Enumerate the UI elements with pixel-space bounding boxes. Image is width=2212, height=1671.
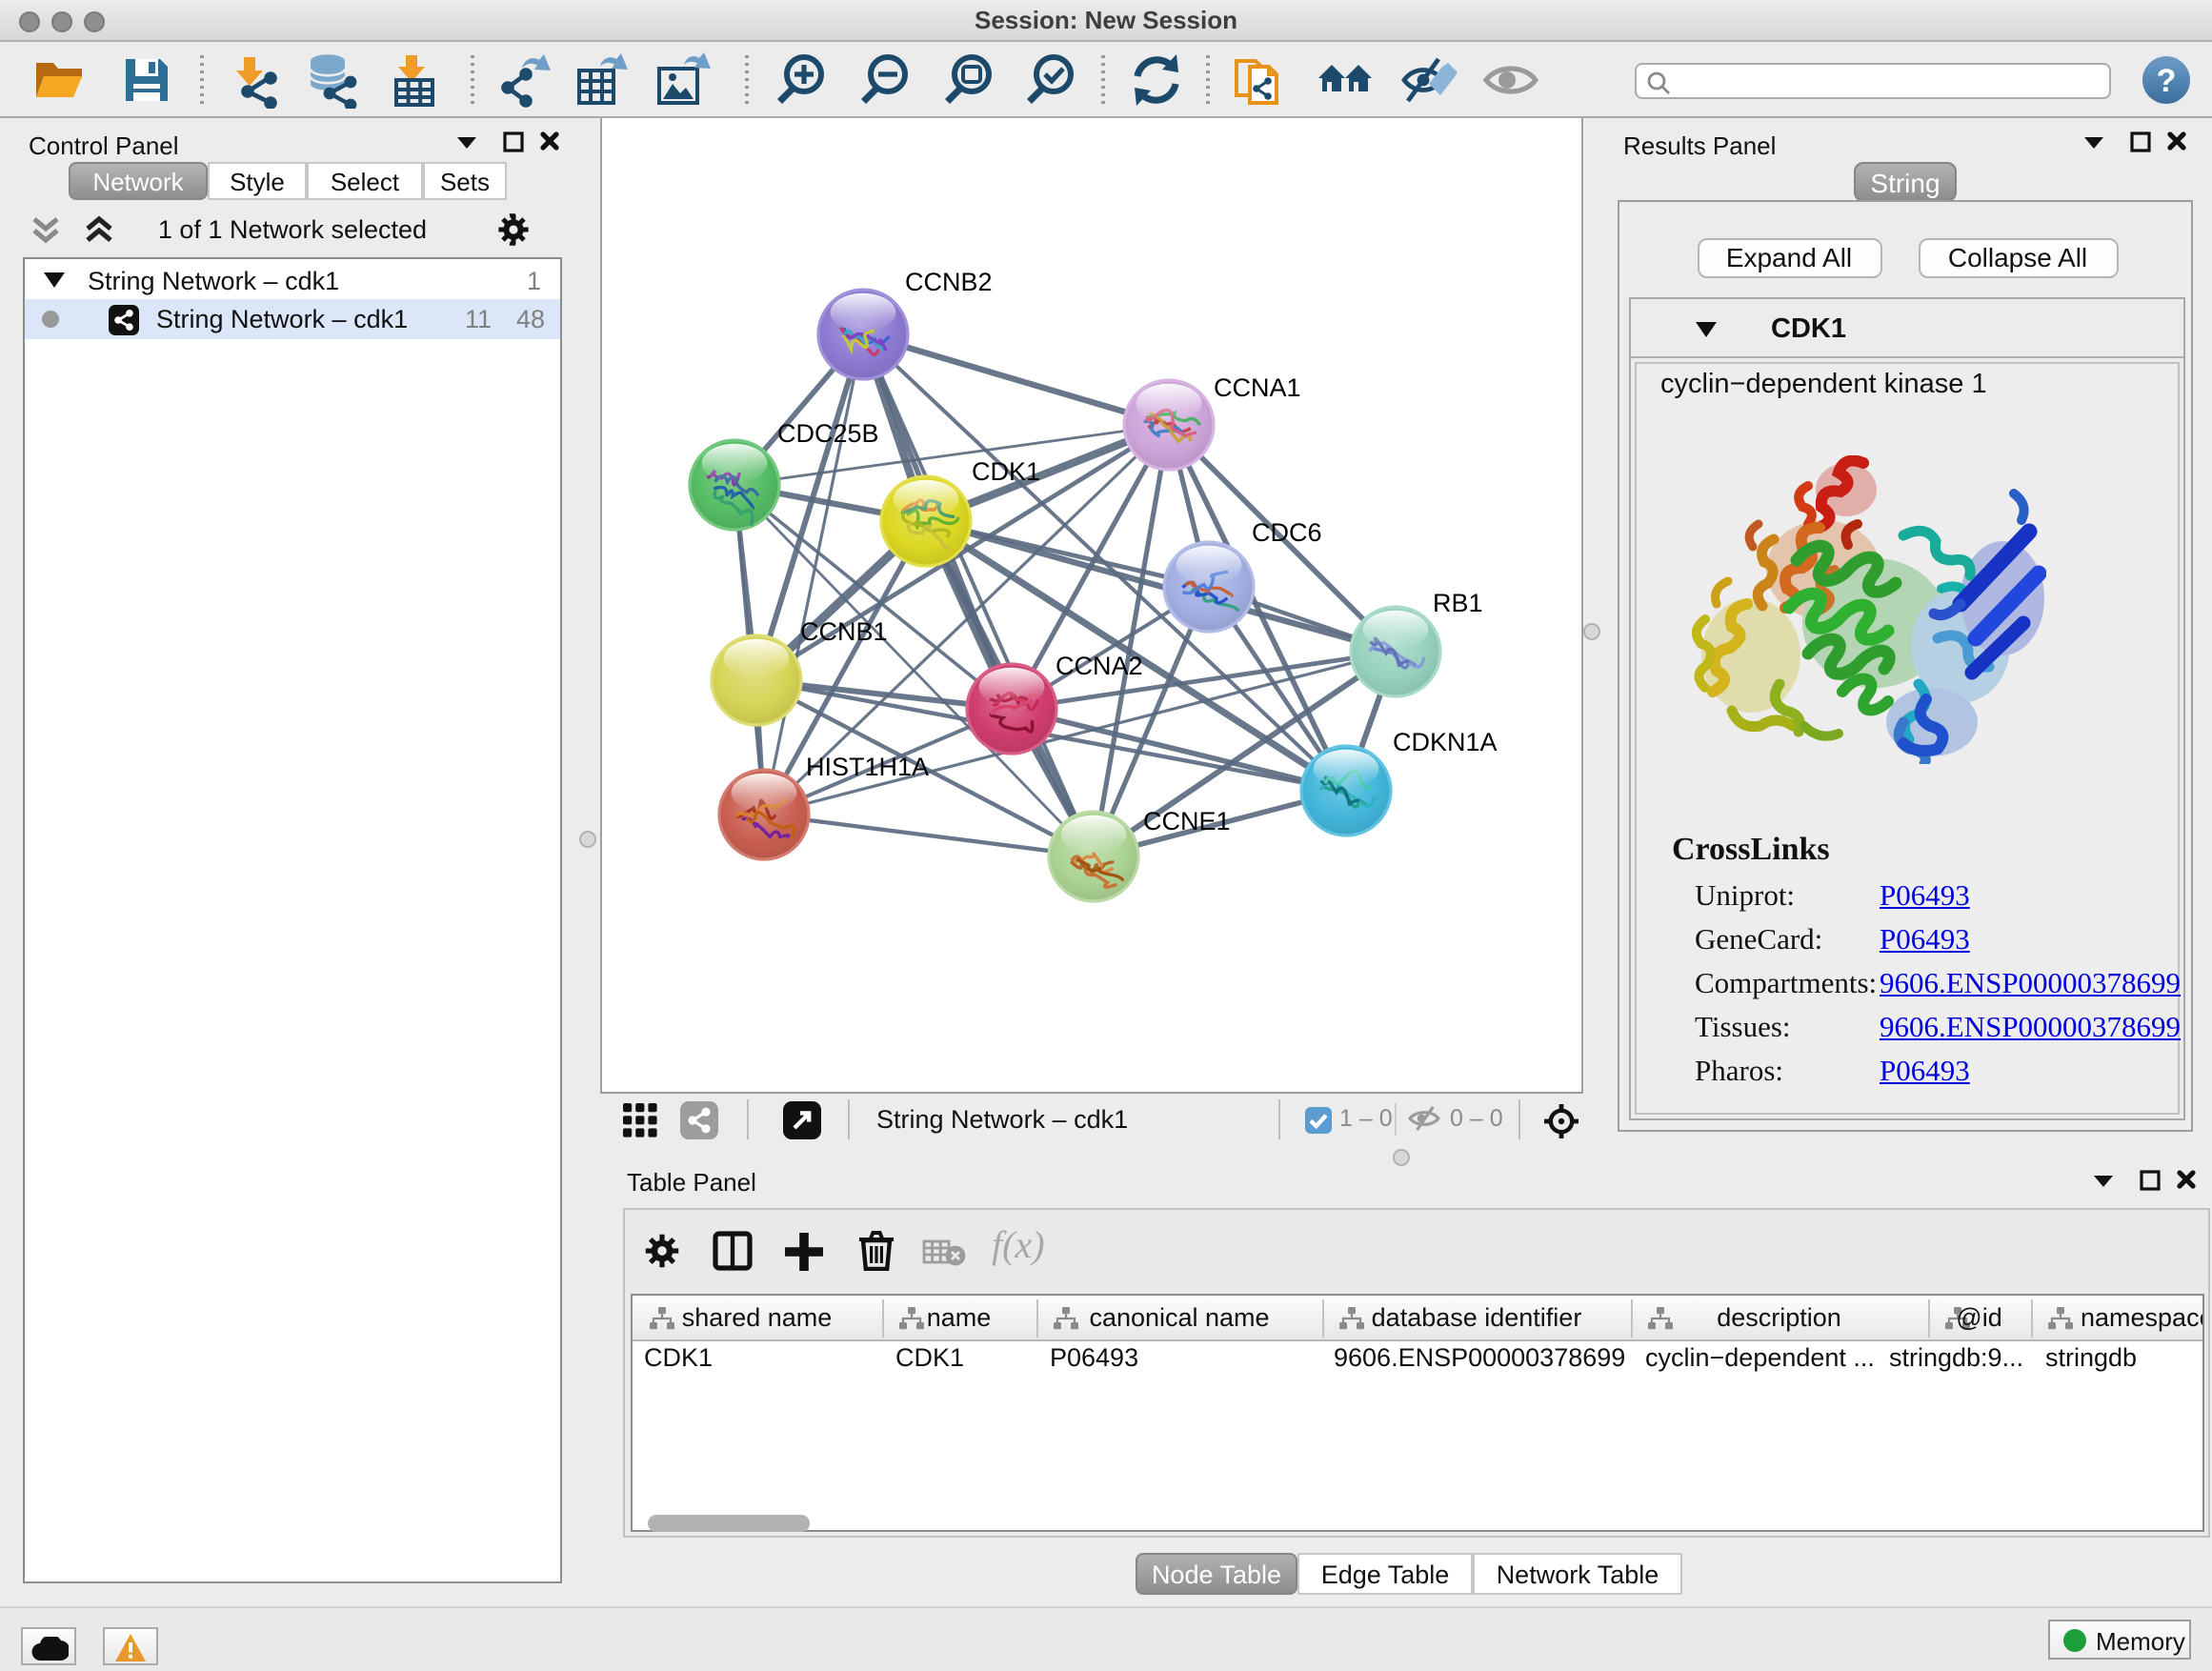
svg-text:CCNE1: CCNE1 bbox=[1143, 807, 1231, 836]
svg-text:CDC6: CDC6 bbox=[1252, 518, 1322, 547]
svg-text:CDKN1A: CDKN1A bbox=[1393, 728, 1498, 756]
svg-text:CCNA2: CCNA2 bbox=[1056, 652, 1143, 680]
svg-text:RB1: RB1 bbox=[1433, 589, 1483, 617]
svg-text:HIST1H1A: HIST1H1A bbox=[806, 753, 929, 781]
svg-text:CCNA1: CCNA1 bbox=[1214, 373, 1301, 402]
svg-text:?: ? bbox=[2157, 63, 2177, 99]
svg-text:CCNB1: CCNB1 bbox=[800, 617, 888, 646]
svg-text:CDC25B: CDC25B bbox=[777, 419, 879, 448]
svg-text:CCNB2: CCNB2 bbox=[905, 268, 993, 296]
svg-text:CDK1: CDK1 bbox=[972, 457, 1040, 486]
